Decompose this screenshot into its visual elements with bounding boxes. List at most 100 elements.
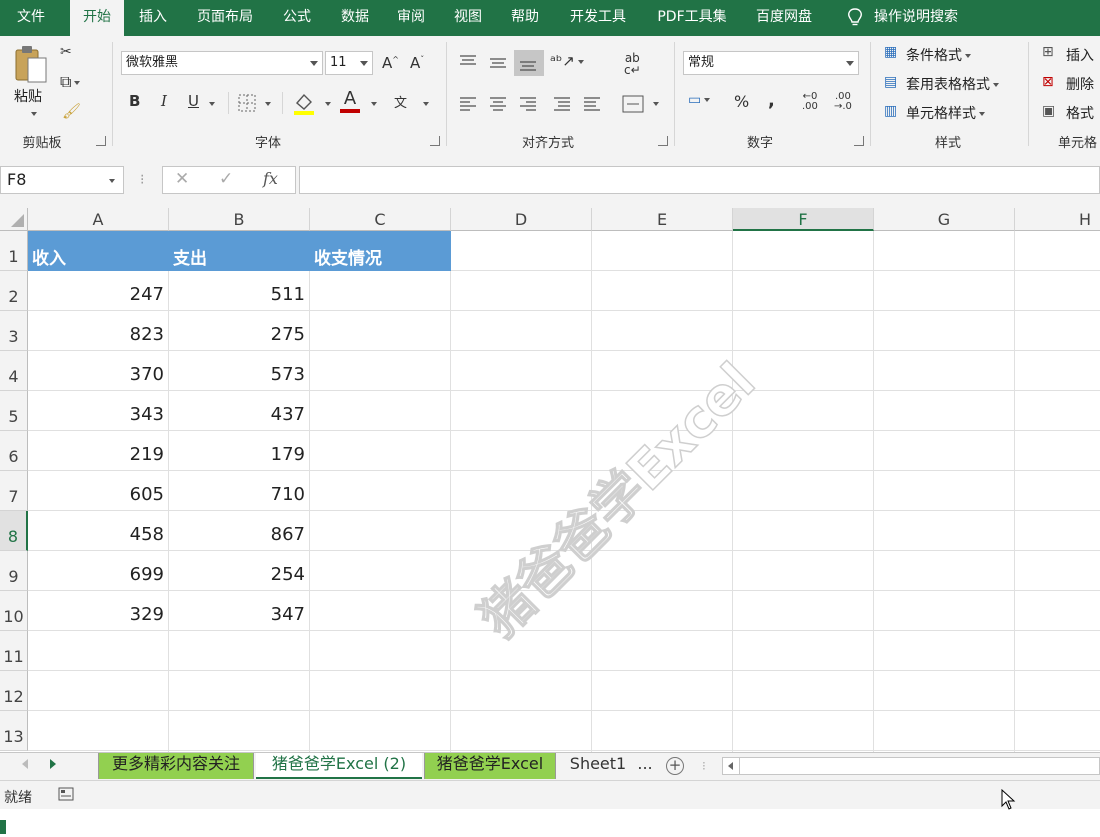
alignment-launcher-icon[interactable] xyxy=(658,136,668,146)
borders-dropdown-icon[interactable] xyxy=(265,102,271,106)
row-header-2[interactable]: 2 xyxy=(0,271,28,311)
comma-button[interactable]: , xyxy=(768,90,775,111)
cell-b2[interactable]: 511 xyxy=(169,271,310,311)
cell-b6[interactable]: 179 xyxy=(169,431,310,471)
borders-icon[interactable] xyxy=(238,94,256,112)
tab-splitter-icon[interactable]: ⁝ xyxy=(702,759,706,773)
cell-a6[interactable]: 219 xyxy=(28,431,169,471)
copy-icon[interactable]: ⧉ xyxy=(60,72,81,92)
sheet-tab-excel[interactable]: 猪爸爸学Excel xyxy=(424,753,556,779)
percent-button[interactable]: % xyxy=(734,92,749,111)
cell-a5[interactable]: 343 xyxy=(28,391,169,431)
cell-b4[interactable]: 573 xyxy=(169,351,310,391)
font-launcher-icon[interactable] xyxy=(430,136,440,146)
tab-pdf-tools[interactable]: PDF工具集 xyxy=(646,0,738,36)
column-header-a[interactable]: A xyxy=(28,208,169,231)
add-sheet-icon[interactable]: + xyxy=(666,757,684,775)
clipboard-launcher-icon[interactable] xyxy=(96,136,106,146)
underline-dropdown-icon[interactable] xyxy=(209,102,215,106)
cell-b1[interactable]: 支出 xyxy=(169,231,310,271)
italic-button[interactable]: I xyxy=(161,92,167,110)
font-color-dropdown-icon[interactable] xyxy=(371,102,377,106)
scroll-tabs-left-icon[interactable] xyxy=(22,759,28,769)
cell-a4[interactable]: 370 xyxy=(28,351,169,391)
cell-b7[interactable]: 710 xyxy=(169,471,310,511)
wrap-text-icon[interactable]: ab c↵ xyxy=(624,52,641,76)
tab-data[interactable]: 数据 xyxy=(330,0,380,36)
decrease-decimal-icon[interactable]: .00 →.0 xyxy=(834,92,852,112)
tab-baidu-netdisk[interactable]: 百度网盘 xyxy=(748,0,820,36)
delete-cells-button[interactable]: 删除 xyxy=(1066,74,1094,94)
row-header-9[interactable]: 9 xyxy=(0,551,28,591)
phonetic-dropdown-icon[interactable] xyxy=(423,102,429,106)
fill-color-icon[interactable] xyxy=(293,91,315,115)
row-header-10[interactable]: 10 xyxy=(0,591,28,631)
paste-dropdown-icon[interactable] xyxy=(31,112,37,116)
tab-page-layout[interactable]: 页面布局 xyxy=(186,0,264,36)
row-header-12[interactable]: 12 xyxy=(0,671,28,711)
cell-styles-button[interactable]: 单元格样式 xyxy=(906,103,985,123)
row-header-13[interactable]: 13 xyxy=(0,711,28,751)
cancel-icon[interactable]: ✕ xyxy=(175,169,189,189)
cell-a10[interactable]: 329 xyxy=(28,591,169,631)
column-header-c[interactable]: C xyxy=(310,208,451,231)
grow-font-button[interactable]: A^ xyxy=(382,54,399,72)
cell-a7[interactable]: 605 xyxy=(28,471,169,511)
format-as-table-button[interactable]: 套用表格格式 xyxy=(906,74,999,94)
cell-b5[interactable]: 437 xyxy=(169,391,310,431)
format-painter-icon[interactable]: 🖌 xyxy=(62,102,81,120)
format-cells-button[interactable]: 格式 xyxy=(1066,103,1094,123)
confirm-icon[interactable]: ✓ xyxy=(219,169,233,189)
cell-a3[interactable]: 823 xyxy=(28,311,169,351)
number-launcher-icon[interactable] xyxy=(854,136,864,146)
tab-file[interactable]: 文件 xyxy=(0,0,62,36)
merge-dropdown-icon[interactable] xyxy=(653,102,659,106)
sheet-tab-follow[interactable]: 更多精彩内容关注 xyxy=(98,753,254,779)
cell-b3[interactable]: 275 xyxy=(169,311,310,351)
conditional-format-button[interactable]: 条件格式 xyxy=(906,45,971,65)
more-sheets-button[interactable]: ... xyxy=(634,753,656,779)
accounting-format-icon[interactable]: ▭ xyxy=(688,92,711,108)
horizontal-scrollbar[interactable] xyxy=(722,757,1100,775)
shrink-font-button[interactable]: Aˇ xyxy=(410,54,424,72)
cell-b10[interactable]: 347 xyxy=(169,591,310,631)
row-header-3[interactable]: 3 xyxy=(0,311,28,351)
tab-view[interactable]: 视图 xyxy=(443,0,493,36)
bold-button[interactable]: B xyxy=(129,92,140,110)
vertical-align-icons[interactable] xyxy=(458,50,544,76)
row-header-4[interactable]: 4 xyxy=(0,351,28,391)
cut-icon[interactable]: ✂ xyxy=(60,44,72,60)
paste-icon[interactable] xyxy=(14,44,48,84)
cell-a8[interactable]: 458 xyxy=(28,511,169,551)
row-header-7[interactable]: 7 xyxy=(0,471,28,511)
underline-button[interactable]: U xyxy=(188,92,199,110)
phonetic-button[interactable]: 文 xyxy=(394,92,407,111)
font-name-combo[interactable]: 微软雅黑 xyxy=(121,51,323,75)
horizontal-align-icons[interactable] xyxy=(458,94,608,114)
merge-center-icon[interactable] xyxy=(622,94,644,114)
sheet-tab-excel-2[interactable]: 猪爸爸学Excel (2) xyxy=(256,753,422,779)
row-header-11[interactable]: 11 xyxy=(0,631,28,671)
tab-review[interactable]: 审阅 xyxy=(386,0,436,36)
increase-decimal-icon[interactable]: ←0.00 xyxy=(802,92,818,112)
tab-insert[interactable]: 插入 xyxy=(128,0,178,36)
tab-help[interactable]: 帮助 xyxy=(500,0,550,36)
insert-function-icon[interactable]: fx xyxy=(263,169,278,188)
select-all-button[interactable] xyxy=(0,208,28,231)
macro-record-icon[interactable] xyxy=(58,787,74,801)
cell-c1[interactable]: 收支情况 xyxy=(310,231,451,271)
tab-home[interactable]: 开始 xyxy=(70,0,124,36)
cell-b9[interactable]: 254 xyxy=(169,551,310,591)
orientation-icon[interactable]: ᵃᵇ↗ xyxy=(550,52,584,70)
row-header-8[interactable]: 8 xyxy=(0,511,28,551)
sheet-tab-sheet1[interactable]: Sheet1 xyxy=(564,753,632,779)
formula-input[interactable] xyxy=(299,166,1100,194)
column-header-h[interactable]: H xyxy=(1015,208,1100,231)
font-size-combo[interactable]: 11 xyxy=(325,51,373,75)
paste-button[interactable]: 粘贴 xyxy=(14,86,42,106)
insert-cells-button[interactable]: 插入 xyxy=(1066,45,1094,65)
column-header-e[interactable]: E xyxy=(592,208,733,231)
row-header-1[interactable]: 1 xyxy=(0,231,28,271)
cell-a9[interactable]: 699 xyxy=(28,551,169,591)
font-color-button[interactable]: A xyxy=(340,88,360,113)
